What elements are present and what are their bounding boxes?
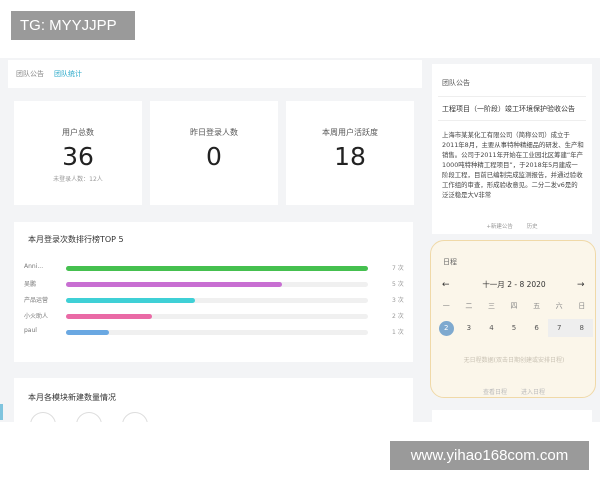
ranking-row: paul 1 次 xyxy=(14,327,413,339)
stat-label: 昨日登录人数 xyxy=(190,128,238,137)
calendar-day-number: 2 xyxy=(438,321,454,336)
ranking-row: 吴鹏 5 次 xyxy=(14,279,413,291)
tab-team-announcement[interactable]: 团队公告 xyxy=(16,69,44,79)
calendar-day-number: 7 xyxy=(556,324,562,332)
right-bottom-card xyxy=(432,410,592,422)
schedule-calendar-card: 日程 十一月 2 - 8 2020 ← → 一 二 三 四 五 六 日 2 3 4 5… xyxy=(430,240,596,398)
ranking-bar xyxy=(66,298,196,303)
arrow-left-icon[interactable]: ← xyxy=(442,279,450,291)
calendar-day-number: 8 xyxy=(579,324,584,332)
ranking-bar-track xyxy=(66,266,368,271)
history-link[interactable]: 历史 xyxy=(527,224,538,230)
stat-value: 0 xyxy=(206,142,222,171)
weekday-label: 二 xyxy=(465,302,473,310)
calendar-header: 日程 xyxy=(443,258,457,266)
calendar-empty-text: 无日程数据(双击日期创建或安排日程) xyxy=(463,357,565,364)
ranking-row: Anni... 7 次 xyxy=(14,263,413,275)
weekday-label: 三 xyxy=(487,302,495,310)
login-ranking-card: 本月登录次数排行榜TOP 5 Anni... 7 次吴鹏 5 次产品运营 3 次小火助… xyxy=(14,222,413,362)
ranking-bar xyxy=(66,282,282,287)
tab-bar: 团队公告 团队统计 xyxy=(8,60,422,88)
calendar-day-row: 2 3 4 5 6 7 8 xyxy=(435,319,594,337)
team-notice-card: 团队公告 工程项目（一阶段）竣工环境保护验收公告 上海市某某化工有限公司（简称公… xyxy=(432,64,592,234)
calendar-day[interactable]: 5 xyxy=(503,319,526,337)
stat-value: 36 xyxy=(62,142,94,171)
weekday-label: 日 xyxy=(578,302,586,310)
stat-card-total-users: 用户总数 36 未登录人数：12人 xyxy=(14,101,142,205)
ranking-count: 3 次 xyxy=(392,297,404,304)
view-schedule-link[interactable]: 查看日程 xyxy=(483,389,507,396)
stat-value: 18 xyxy=(334,142,366,171)
stat-label: 用户总数 xyxy=(62,128,94,137)
weekday-label: 四 xyxy=(510,302,518,310)
calendar-day-number: 6 xyxy=(534,324,539,332)
new-notice-link[interactable]: +新建公告 xyxy=(486,224,513,230)
divider xyxy=(438,120,586,121)
ranking-bar-track xyxy=(66,282,368,287)
calendar-actions: 查看日程 进入日程 xyxy=(431,387,597,396)
module-circle xyxy=(122,412,148,422)
ranking-count: 5 次 xyxy=(392,281,404,288)
divider xyxy=(438,96,586,97)
stat-card-weekly-activity: 本周用户活跃度 18 xyxy=(286,101,414,205)
weekday-label: 六 xyxy=(555,302,563,310)
ranking-row: 小火助人 2 次 xyxy=(14,311,413,323)
calendar-day[interactable]: 8 xyxy=(570,319,594,337)
calendar-weekday-row: 一 二 三 四 五 六 日 xyxy=(435,301,593,311)
stat-card-yesterday-logins: 昨日登录人数 0 xyxy=(150,101,278,205)
ranking-count: 1 次 xyxy=(392,329,404,336)
enter-schedule-link[interactable]: 进入日程 xyxy=(521,389,545,396)
calendar-day-selected[interactable]: 2 xyxy=(435,319,458,337)
module-stats-card: 本月各模块新建数量情况 xyxy=(14,378,413,422)
ranking-bar-track xyxy=(66,330,368,335)
ranking-bar xyxy=(66,266,368,271)
calendar-day[interactable]: 3 xyxy=(458,319,481,337)
stat-label: 本周用户活跃度 xyxy=(322,128,378,137)
calendar-nav: 十一月 2 - 8 2020 ← → xyxy=(431,279,597,291)
watermark-tag: TG: MYYJJPP xyxy=(11,11,135,40)
notice-header: 团队公告 xyxy=(442,79,470,87)
notice-body: 上海市某某化工有限公司（简称公司）成立于2011年8月，主要从事特种精细品的研发… xyxy=(442,131,584,199)
ranking-count: 2 次 xyxy=(392,313,404,320)
notice-actions: +新建公告 历史 xyxy=(432,222,592,230)
dashboard: 团队公告 团队统计 用户总数 36 未登录人数：12人 昨日登录人数 0 本周用… xyxy=(0,58,600,422)
calendar-day-number: 3 xyxy=(466,324,472,332)
module-circle xyxy=(30,412,56,422)
calendar-month-label: 十一月 2 - 8 2020 xyxy=(482,280,546,289)
calendar-day[interactable]: 6 xyxy=(525,319,548,337)
ranking-bar xyxy=(66,330,110,335)
module-circle xyxy=(76,412,102,422)
scroll-edge-marker xyxy=(0,404,3,420)
arrow-right-icon[interactable]: → xyxy=(577,279,585,291)
weekday-label: 一 xyxy=(442,302,450,310)
ranking-bar-track xyxy=(66,314,368,319)
calendar-day[interactable]: 7 xyxy=(547,319,571,337)
module-stats-title: 本月各模块新建数量情况 xyxy=(28,393,116,402)
tab-team-statistics[interactable]: 团队统计 xyxy=(54,69,82,79)
ranking-count: 7 次 xyxy=(392,265,404,272)
ranking-bar xyxy=(66,314,153,319)
notice-title[interactable]: 工程项目（一阶段）竣工环境保护验收公告 xyxy=(442,104,575,114)
calendar-day-number: 4 xyxy=(489,324,494,332)
ranking-bar-track xyxy=(66,298,368,303)
calendar-day[interactable]: 4 xyxy=(480,319,503,337)
ranking-title: 本月登录次数排行榜TOP 5 xyxy=(28,235,124,244)
ranking-row: 产品运营 3 次 xyxy=(14,295,413,307)
watermark-site: www.yihao168com.com xyxy=(390,441,589,470)
weekday-label: 五 xyxy=(533,302,541,310)
calendar-day-number: 5 xyxy=(511,324,517,332)
stat-sub: 未登录人数：12人 xyxy=(53,176,103,183)
